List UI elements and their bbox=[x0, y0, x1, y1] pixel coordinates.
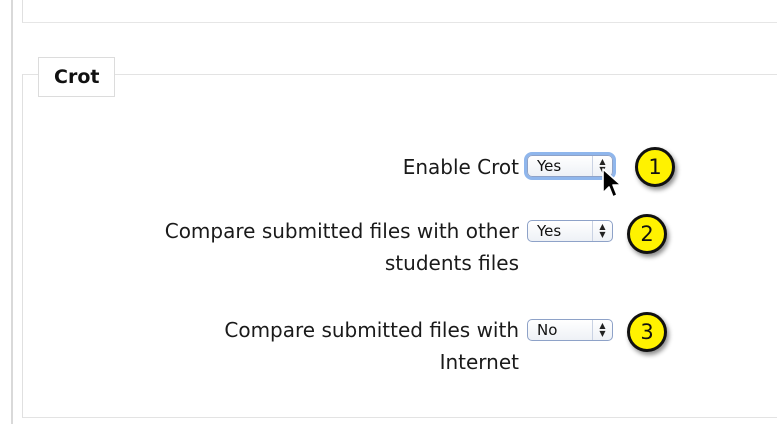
enable-crot-label: Enable Crot bbox=[403, 151, 519, 183]
callout-badge-3: 3 bbox=[627, 312, 667, 352]
section-title: Crot bbox=[38, 57, 116, 97]
compare-internet-value: No bbox=[537, 321, 558, 339]
compare-internet-label-line2: Internet bbox=[439, 350, 519, 374]
compare-students-label-line2: students files bbox=[384, 251, 519, 275]
enable-crot-value: Yes bbox=[537, 157, 562, 175]
select-arrows-icon: ▲▼ bbox=[592, 221, 612, 241]
previous-section-box bbox=[22, 0, 777, 23]
compare-students-label: Compare submitted files with other stude… bbox=[165, 215, 519, 279]
compare-internet-select[interactable]: No ▲ ▼ bbox=[527, 319, 613, 341]
compare-internet-label: Compare submitted files with Internet bbox=[224, 314, 519, 378]
select-arrows-icon: ▲▼ bbox=[592, 320, 612, 340]
compare-students-value: Yes bbox=[537, 222, 562, 240]
left-border bbox=[11, 0, 13, 424]
callout-badge-1: 1 bbox=[635, 147, 675, 187]
callout-badge-2: 2 bbox=[627, 214, 667, 254]
compare-students-label-line1: Compare submitted files with other bbox=[164, 219, 519, 243]
enable-crot-label-text: Enable Crot bbox=[402, 155, 519, 179]
compare-students-select[interactable]: Yes ▲ ▼ bbox=[527, 220, 613, 242]
compare-internet-label-line1: Compare submitted files with bbox=[224, 318, 519, 342]
mouse-pointer-icon bbox=[602, 168, 622, 198]
